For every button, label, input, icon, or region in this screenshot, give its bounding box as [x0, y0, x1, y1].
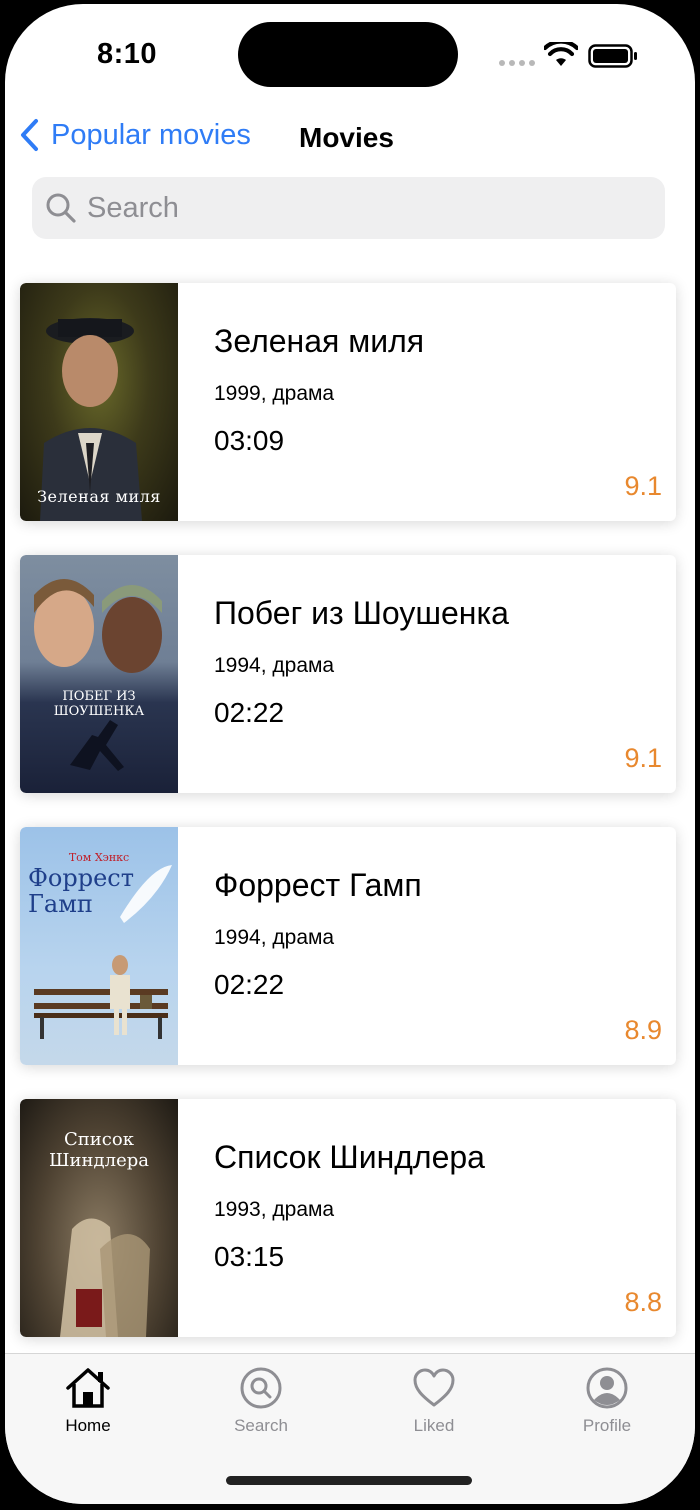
heart-icon	[413, 1368, 455, 1407]
tab-search[interactable]: Search	[201, 1366, 321, 1436]
search-bar[interactable]	[32, 177, 665, 239]
poster-title: ПОБЕГ ИЗ ШОУШЕНКА	[53, 689, 145, 719]
movie-card[interactable]: Зеленая миля Зеленая миля 1999, драма 03…	[20, 283, 676, 521]
back-button[interactable]: Popular movies	[19, 118, 251, 152]
movie-duration: 02:22	[214, 969, 285, 1000]
profile-icon	[586, 1367, 628, 1409]
movie-meta: 1994, драма	[214, 654, 335, 677]
movie-card[interactable]: Список Шиндлера Список Шиндлера 1993, др…	[20, 1099, 676, 1337]
movie-duration: 03:15	[214, 1241, 285, 1272]
movie-poster: Список Шиндлера	[20, 1099, 178, 1337]
wifi-icon	[544, 42, 578, 66]
status-time: 8:10	[97, 38, 158, 70]
home-indicator	[226, 1476, 472, 1485]
chevron-left-icon	[21, 119, 38, 151]
poster-title: Список Шиндлера	[49, 1129, 149, 1171]
back-button-label: Popular movies	[51, 118, 251, 151]
movie-list: Зеленая миля Зеленая миля 1999, драма 03…	[20, 283, 676, 1371]
movie-meta: 1999, драма	[214, 382, 335, 405]
search-icon	[46, 193, 76, 223]
movie-meta: 1993, драма	[214, 1198, 335, 1221]
battery-icon	[588, 44, 637, 68]
poster-subtitle: Том Хэнкс	[68, 851, 130, 864]
tab-home-label: Home	[65, 1416, 111, 1435]
movie-rating: 9.1	[624, 471, 662, 501]
movie-title: Список Шиндлера	[214, 1139, 485, 1175]
tab-liked-label: Liked	[413, 1416, 455, 1435]
search-icon	[240, 1367, 282, 1409]
movie-title: Форрест Гамп	[214, 867, 422, 903]
movie-title: Побег из Шоушенка	[214, 595, 509, 631]
movie-duration: 03:09	[214, 425, 285, 456]
movie-poster: Том Хэнкс Форрест Гамп	[20, 827, 178, 1065]
tab-liked[interactable]: Liked	[374, 1366, 494, 1436]
cellular-signal-icon	[499, 60, 535, 66]
movie-rating: 8.9	[624, 1015, 662, 1045]
movie-card[interactable]: ПОБЕГ ИЗ ШОУШЕНКА Побег из Шоушенка 1994…	[20, 555, 676, 793]
movie-title: Зеленая миля	[214, 323, 425, 359]
movie-meta: 1994, драма	[214, 926, 335, 949]
app-screen: 8:10 Popular movies Movies Search Зелена…	[5, 4, 695, 1504]
page-title: Movies	[299, 122, 394, 153]
poster-title: Форрест Гамп	[28, 864, 135, 918]
movie-rating: 9.1	[624, 743, 662, 773]
tab-search-label: Search	[234, 1416, 288, 1435]
movie-poster: Зеленая миля	[20, 283, 178, 521]
movie-card[interactable]: Том Хэнкс Форрест Гамп Форрест Гамп 1994…	[20, 827, 676, 1065]
tab-profile[interactable]: Profile	[547, 1366, 667, 1436]
device-frame: 8:10 Popular movies Movies Search Зелена…	[0, 0, 700, 1510]
home-icon	[66, 1368, 110, 1408]
movie-poster: ПОБЕГ ИЗ ШОУШЕНКА	[20, 555, 178, 793]
poster-title: Зеленая миля	[37, 487, 161, 506]
movie-rating: 8.8	[624, 1287, 662, 1317]
dynamic-island	[238, 22, 458, 87]
tab-home[interactable]: Home	[28, 1366, 148, 1436]
movie-duration: 02:22	[214, 697, 285, 728]
search-input[interactable]	[87, 191, 647, 225]
tab-profile-label: Profile	[582, 1416, 632, 1435]
